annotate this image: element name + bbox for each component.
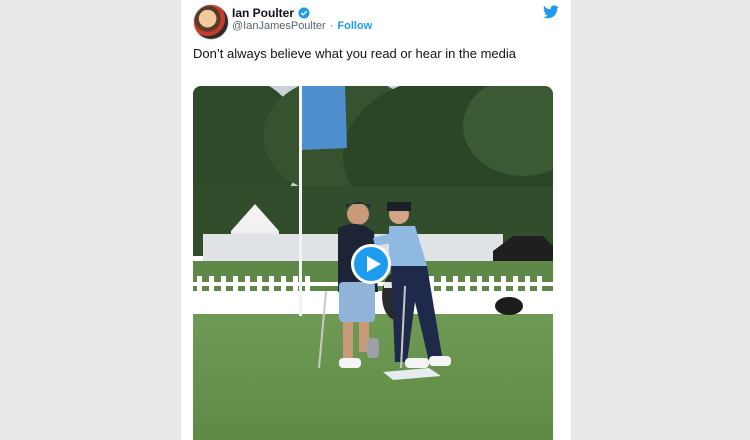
separator: · bbox=[329, 20, 334, 32]
twitter-bird-icon[interactable] bbox=[543, 5, 559, 19]
tweet-text: Don’t always believe what you read or he… bbox=[193, 46, 517, 61]
play-icon bbox=[367, 256, 381, 272]
tweet-video[interactable] bbox=[193, 86, 553, 440]
avatar[interactable] bbox=[193, 4, 229, 40]
author-name-row: Ian Poulter bbox=[232, 6, 310, 20]
display-name[interactable]: Ian Poulter bbox=[232, 6, 294, 20]
follow-button[interactable]: Follow bbox=[337, 20, 372, 32]
handle-row: @IanJamesPoulter · Follow bbox=[232, 20, 372, 32]
tweet-card[interactable]: Ian Poulter @IanJamesPoulter · Follow Do… bbox=[180, 0, 572, 440]
play-button[interactable] bbox=[351, 244, 391, 284]
handle[interactable]: @IanJamesPoulter bbox=[232, 20, 326, 32]
verified-badge-icon bbox=[298, 7, 310, 19]
